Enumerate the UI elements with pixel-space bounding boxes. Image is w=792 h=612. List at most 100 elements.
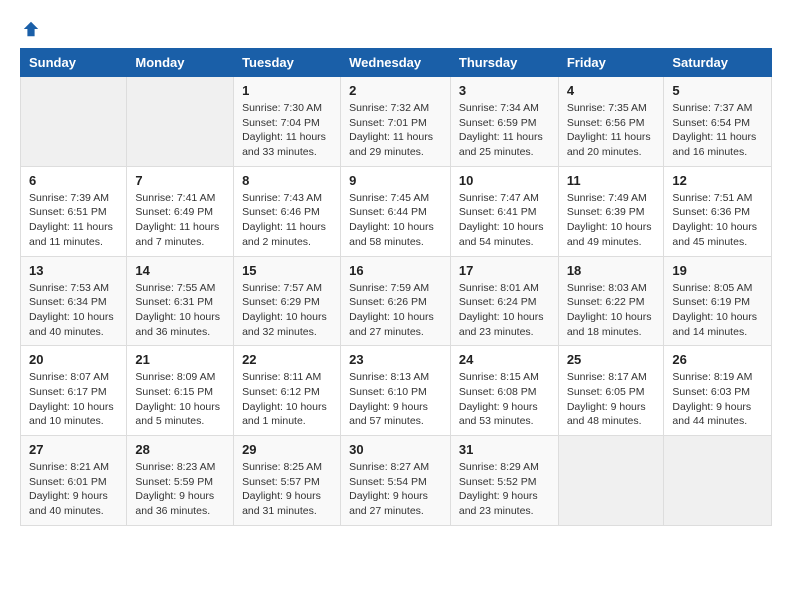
day-info: Sunrise: 8:29 AMSunset: 5:52 PMDaylight:… — [459, 460, 550, 519]
calendar-cell: 20 Sunrise: 8:07 AMSunset: 6:17 PMDayligh… — [21, 346, 127, 436]
calendar-week-row: 1 Sunrise: 7:30 AMSunset: 7:04 PMDaylight… — [21, 77, 772, 167]
calendar-cell: 19 Sunrise: 8:05 AMSunset: 6:19 PMDayligh… — [664, 256, 772, 346]
day-number: 26 — [672, 352, 763, 367]
day-info: Sunrise: 7:59 AMSunset: 6:26 PMDaylight:… — [349, 281, 442, 340]
day-info: Sunrise: 7:41 AMSunset: 6:49 PMDaylight:… — [135, 191, 225, 250]
logo — [20, 20, 40, 38]
day-number: 6 — [29, 173, 118, 188]
day-info: Sunrise: 7:32 AMSunset: 7:01 PMDaylight:… — [349, 101, 442, 160]
day-number: 22 — [242, 352, 332, 367]
day-number: 4 — [567, 83, 656, 98]
day-number: 7 — [135, 173, 225, 188]
calendar-week-row: 20 Sunrise: 8:07 AMSunset: 6:17 PMDayligh… — [21, 346, 772, 436]
day-info: Sunrise: 7:39 AMSunset: 6:51 PMDaylight:… — [29, 191, 118, 250]
day-info: Sunrise: 8:21 AMSunset: 6:01 PMDaylight:… — [29, 460, 118, 519]
calendar-cell: 4 Sunrise: 7:35 AMSunset: 6:56 PMDaylight… — [558, 77, 664, 167]
day-number: 27 — [29, 442, 118, 457]
day-info: Sunrise: 7:49 AMSunset: 6:39 PMDaylight:… — [567, 191, 656, 250]
calendar-cell: 6 Sunrise: 7:39 AMSunset: 6:51 PMDaylight… — [21, 166, 127, 256]
day-info: Sunrise: 8:15 AMSunset: 6:08 PMDaylight:… — [459, 370, 550, 429]
day-info: Sunrise: 8:01 AMSunset: 6:24 PMDaylight:… — [459, 281, 550, 340]
day-info: Sunrise: 7:34 AMSunset: 6:59 PMDaylight:… — [459, 101, 550, 160]
day-info: Sunrise: 7:37 AMSunset: 6:54 PMDaylight:… — [672, 101, 763, 160]
day-number: 20 — [29, 352, 118, 367]
day-number: 29 — [242, 442, 332, 457]
calendar-cell: 25 Sunrise: 8:17 AMSunset: 6:05 PMDayligh… — [558, 346, 664, 436]
calendar-cell: 1 Sunrise: 7:30 AMSunset: 7:04 PMDaylight… — [234, 77, 341, 167]
day-number: 1 — [242, 83, 332, 98]
weekday-header: Monday — [127, 49, 234, 77]
day-number: 3 — [459, 83, 550, 98]
day-info: Sunrise: 7:47 AMSunset: 6:41 PMDaylight:… — [459, 191, 550, 250]
weekday-header: Friday — [558, 49, 664, 77]
day-number: 28 — [135, 442, 225, 457]
calendar-cell: 13Sunrise: 7:53 AMSunset: 6:34 PMDayligh… — [21, 256, 127, 346]
day-info: Sunrise: 8:09 AMSunset: 6:15 PMDaylight:… — [135, 370, 225, 429]
calendar-cell: 28 Sunrise: 8:23 AMSunset: 5:59 PMDayligh… — [127, 436, 234, 526]
calendar-cell: 11Sunrise: 7:49 AMSunset: 6:39 PMDayligh… — [558, 166, 664, 256]
calendar-cell: 17 Sunrise: 8:01 AMSunset: 6:24 PMDayligh… — [450, 256, 558, 346]
day-number: 8 — [242, 173, 332, 188]
calendar-cell — [664, 436, 772, 526]
day-number: 24 — [459, 352, 550, 367]
calendar-week-row: 6 Sunrise: 7:39 AMSunset: 6:51 PMDaylight… — [21, 166, 772, 256]
weekday-header: Thursday — [450, 49, 558, 77]
calendar-table: SundayMondayTuesdayWednesdayThursdayFrid… — [20, 48, 772, 526]
day-number: 30 — [349, 442, 442, 457]
weekday-header: Saturday — [664, 49, 772, 77]
day-info: Sunrise: 8:05 AMSunset: 6:19 PMDaylight:… — [672, 281, 763, 340]
day-number: 16 — [349, 263, 442, 278]
day-number: 25 — [567, 352, 656, 367]
day-info: Sunrise: 7:55 AMSunset: 6:31 PMDaylight:… — [135, 281, 225, 340]
calendar-cell: 9 Sunrise: 7:45 AMSunset: 6:44 PMDaylight… — [341, 166, 451, 256]
day-number: 14 — [135, 263, 225, 278]
calendar-cell — [21, 77, 127, 167]
calendar-cell: 22 Sunrise: 8:11 AMSunset: 6:12 PMDayligh… — [234, 346, 341, 436]
day-info: Sunrise: 8:25 AMSunset: 5:57 PMDaylight:… — [242, 460, 332, 519]
day-info: Sunrise: 7:57 AMSunset: 6:29 PMDaylight:… — [242, 281, 332, 340]
calendar-cell: 24 Sunrise: 8:15 AMSunset: 6:08 PMDayligh… — [450, 346, 558, 436]
calendar-cell: 7 Sunrise: 7:41 AMSunset: 6:49 PMDaylight… — [127, 166, 234, 256]
calendar-cell: 18Sunrise: 8:03 AMSunset: 6:22 PMDayligh… — [558, 256, 664, 346]
day-number: 19 — [672, 263, 763, 278]
calendar-cell: 5 Sunrise: 7:37 AMSunset: 6:54 PMDaylight… — [664, 77, 772, 167]
weekday-header: Sunday — [21, 49, 127, 77]
weekday-header: Tuesday — [234, 49, 341, 77]
day-info: Sunrise: 7:53 AMSunset: 6:34 PMDaylight:… — [29, 281, 118, 340]
day-number: 18 — [567, 263, 656, 278]
calendar-week-row: 27 Sunrise: 8:21 AMSunset: 6:01 PMDayligh… — [21, 436, 772, 526]
weekday-header: Wednesday — [341, 49, 451, 77]
calendar-cell: 15 Sunrise: 7:57 AMSunset: 6:29 PMDayligh… — [234, 256, 341, 346]
day-info: Sunrise: 8:19 AMSunset: 6:03 PMDaylight:… — [672, 370, 763, 429]
day-number: 9 — [349, 173, 442, 188]
day-info: Sunrise: 8:07 AMSunset: 6:17 PMDaylight:… — [29, 370, 118, 429]
calendar-cell: 23 Sunrise: 8:13 AMSunset: 6:10 PMDayligh… — [341, 346, 451, 436]
day-info: Sunrise: 8:23 AMSunset: 5:59 PMDaylight:… — [135, 460, 225, 519]
day-info: Sunrise: 7:43 AMSunset: 6:46 PMDaylight:… — [242, 191, 332, 250]
day-number: 17 — [459, 263, 550, 278]
day-info: Sunrise: 7:35 AMSunset: 6:56 PMDaylight:… — [567, 101, 656, 160]
day-number: 15 — [242, 263, 332, 278]
day-number: 12 — [672, 173, 763, 188]
calendar-cell: 10 Sunrise: 7:47 AMSunset: 6:41 PMDayligh… — [450, 166, 558, 256]
logo-icon — [22, 20, 40, 38]
calendar-cell — [558, 436, 664, 526]
calendar-cell: 29 Sunrise: 8:25 AMSunset: 5:57 PMDayligh… — [234, 436, 341, 526]
calendar-header-row: SundayMondayTuesdayWednesdayThursdayFrid… — [21, 49, 772, 77]
day-number: 5 — [672, 83, 763, 98]
calendar-cell: 26 Sunrise: 8:19 AMSunset: 6:03 PMDayligh… — [664, 346, 772, 436]
day-info: Sunrise: 7:30 AMSunset: 7:04 PMDaylight:… — [242, 101, 332, 160]
calendar-cell: 31 Sunrise: 8:29 AMSunset: 5:52 PMDayligh… — [450, 436, 558, 526]
day-info: Sunrise: 7:45 AMSunset: 6:44 PMDaylight:… — [349, 191, 442, 250]
day-number: 2 — [349, 83, 442, 98]
day-info: Sunrise: 8:17 AMSunset: 6:05 PMDaylight:… — [567, 370, 656, 429]
calendar-cell: 30Sunrise: 8:27 AMSunset: 5:54 PMDayligh… — [341, 436, 451, 526]
day-number: 21 — [135, 352, 225, 367]
day-number: 10 — [459, 173, 550, 188]
day-number: 23 — [349, 352, 442, 367]
calendar-cell: 21 Sunrise: 8:09 AMSunset: 6:15 PMDayligh… — [127, 346, 234, 436]
day-number: 31 — [459, 442, 550, 457]
day-info: Sunrise: 8:11 AMSunset: 6:12 PMDaylight:… — [242, 370, 332, 429]
calendar-week-row: 13Sunrise: 7:53 AMSunset: 6:34 PMDayligh… — [21, 256, 772, 346]
day-info: Sunrise: 8:13 AMSunset: 6:10 PMDaylight:… — [349, 370, 442, 429]
